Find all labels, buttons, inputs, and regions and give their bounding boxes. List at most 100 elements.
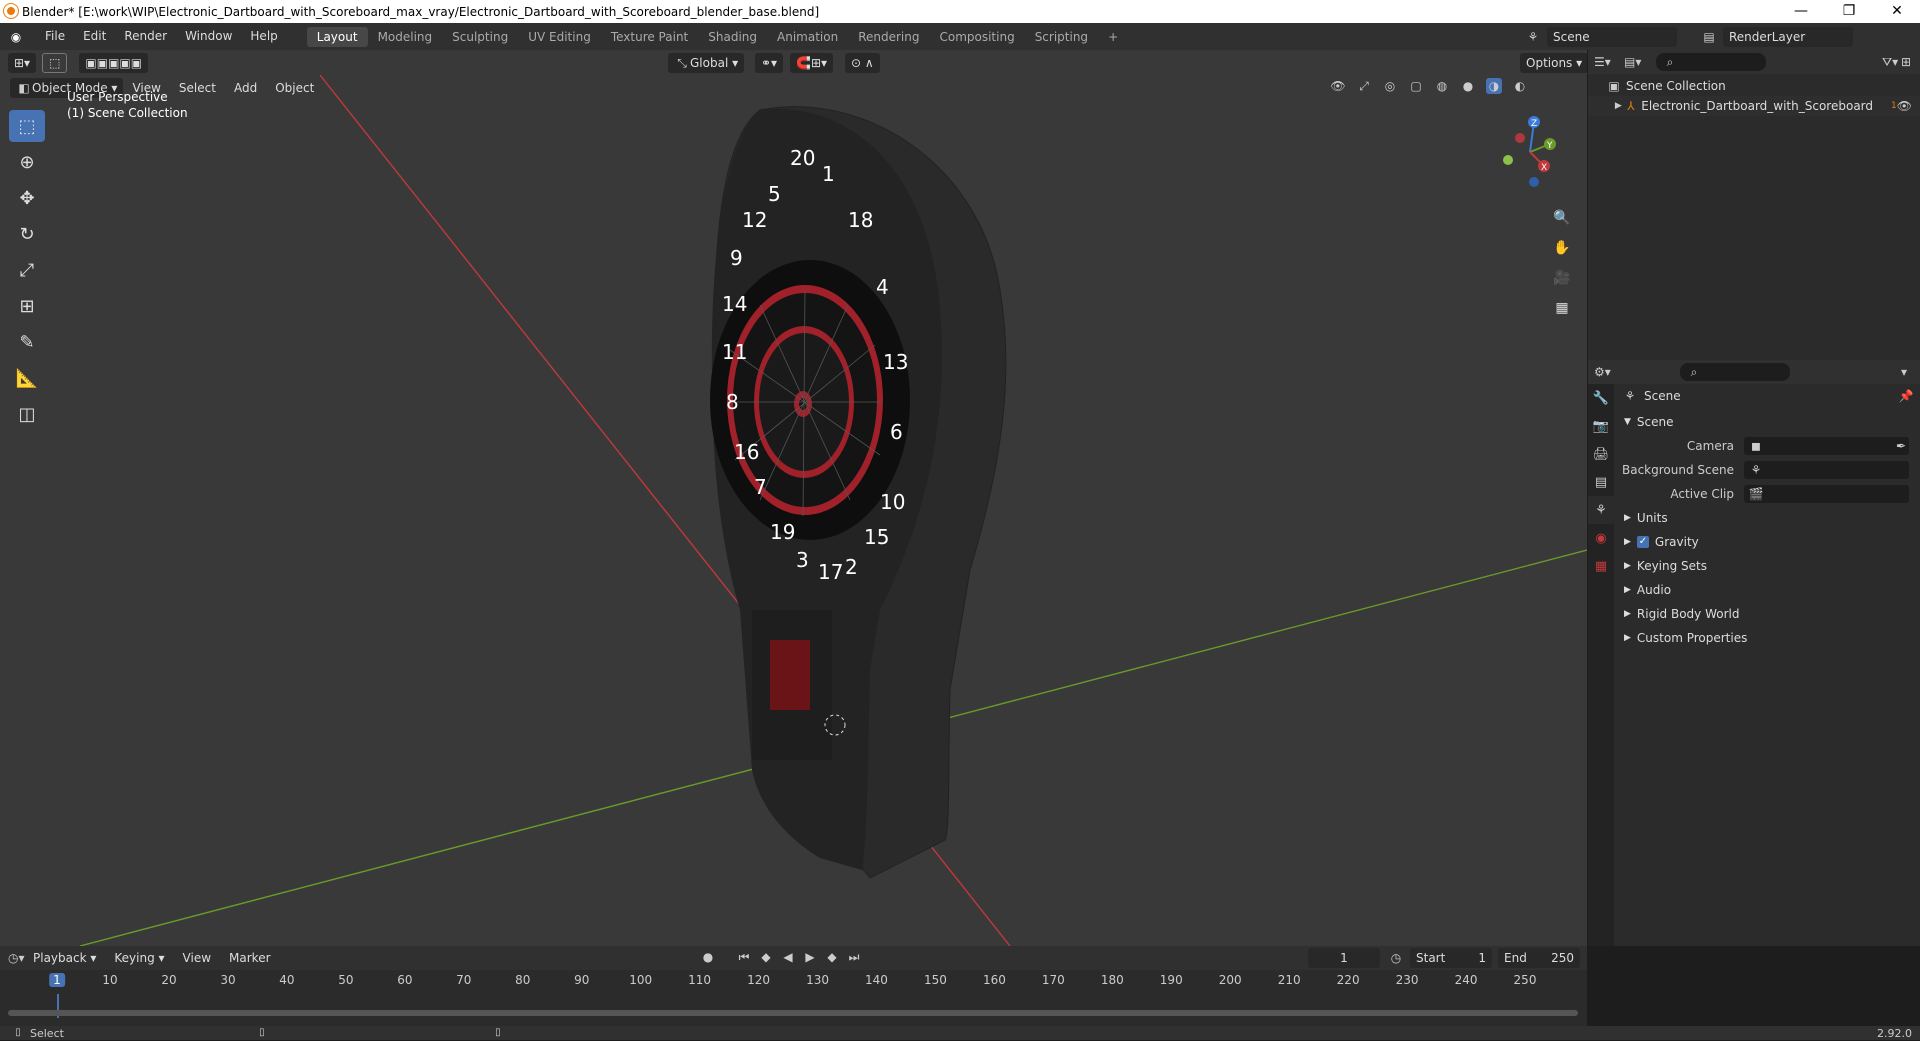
selection-mode-group[interactable]: ▣▣▣▣▣ [79,53,149,73]
navigation-gizmo[interactable]: Z Y X [1490,110,1570,190]
scene-panel-header[interactable]: ▼ Scene [1614,410,1920,434]
tab-shading[interactable]: Shading [698,27,767,47]
pin-icon[interactable]: 📌 [1898,388,1914,404]
jump-start-icon[interactable]: ⏮ [736,949,752,965]
material-shading-icon[interactable]: ◑ [1486,78,1502,94]
close-button[interactable]: ✕ [1874,0,1920,23]
menu-help[interactable]: Help [241,23,286,50]
select-box-tool-icon[interactable]: ⬚ [42,53,68,73]
tab-rendering[interactable]: Rendering [848,27,929,47]
gizmo-neg-y-icon[interactable] [1503,155,1513,165]
outliner-editor-icon[interactable]: ☰▾ [1594,54,1611,70]
play-reverse-icon[interactable]: ◀ [780,949,796,965]
keying-sets-panel-header[interactable]: ▶ Keying Sets [1614,554,1920,578]
measure-tool-icon[interactable]: 📐 [9,362,45,394]
minimize-button[interactable]: — [1778,0,1824,23]
timeline-scrollbar[interactable] [8,1010,1578,1016]
add-workspace-button[interactable]: + [1098,27,1128,47]
3d-viewport[interactable]: 20 1 18 4 13 6 10 15 2 17 3 19 7 16 8 11… [0,50,1587,946]
timeline-menu-playback[interactable]: Playback ▾ [24,945,105,972]
tab-modeling[interactable]: Modeling [368,27,443,47]
background-scene-field[interactable]: ⚘ [1744,461,1909,479]
tab-texture-paint[interactable]: Texture Paint [601,27,698,47]
end-frame-field[interactable]: End 250 [1498,948,1580,968]
gizmo-neg-z-icon[interactable] [1529,177,1539,187]
blender-menu-icon[interactable]: ◉ [8,29,24,45]
select-tool-icon[interactable]: ⬚ [9,110,45,142]
custom-properties-panel-header[interactable]: ▶ Custom Properties [1614,626,1920,650]
gravity-panel-header[interactable]: ▶ ✓ Gravity [1614,530,1920,554]
visibility-icon[interactable]: 👁 [1330,78,1346,94]
overlay-toggle-icon[interactable]: ◎ [1382,78,1398,94]
new-collection-icon[interactable]: ⊞ [1898,54,1914,70]
tab-uv-editing[interactable]: UV Editing [518,27,601,47]
viewport-menu-object[interactable]: Object [266,75,323,102]
proportional-edit-button[interactable]: ⊙ ∧ [845,53,880,73]
add-cube-tool-icon[interactable]: ◫ [9,398,45,430]
pivot-point-button[interactable]: ⚭▾ [755,53,784,73]
options-dropdown[interactable]: Options ▾ [1520,53,1587,73]
menu-file[interactable]: File [36,23,74,50]
annotate-tool-icon[interactable]: ✎ [9,326,45,358]
display-mode-icon[interactable]: ▤▾ [1624,54,1641,70]
next-keyframe-icon[interactable]: ◆ [824,949,840,965]
timeline-menu-keying[interactable]: Keying ▾ [105,945,173,972]
texture-properties-icon[interactable]: ▦ [1588,552,1614,580]
camera-field[interactable]: ◼ ✒ [1744,437,1909,455]
view-layer-selector[interactable]: RenderLayer [1723,27,1853,47]
tab-layout[interactable]: Layout [306,27,368,47]
menu-edit[interactable]: Edit [74,23,115,50]
zoom-icon[interactable]: 🔍 [1549,205,1575,231]
tab-animation[interactable]: Animation [767,27,848,47]
world-properties-icon[interactable]: ◉ [1588,524,1614,552]
properties-options-icon[interactable]: ▾ [1896,364,1912,380]
filter-icon[interactable]: ⛛▾ [1882,54,1898,70]
camera-view-icon[interactable]: 🎥 [1549,265,1575,291]
scene-properties-icon[interactable]: ⚘ [1588,496,1614,524]
audio-panel-header[interactable]: ▶ Audio [1614,578,1920,602]
rigid-body-world-panel-header[interactable]: ▶ Rigid Body World [1614,602,1920,626]
cursor-tool-icon[interactable]: ⊕ [9,146,45,178]
properties-search-input[interactable]: ⌕ [1680,363,1790,381]
rendered-shading-icon[interactable]: ◐ [1512,78,1528,94]
units-panel-header[interactable]: ▶ Units [1614,506,1920,530]
menu-render[interactable]: Render [115,23,176,50]
wireframe-shading-icon[interactable]: ◍ [1434,78,1450,94]
restore-button[interactable]: ❐ [1826,0,1872,23]
viewport-menu-select[interactable]: Select [170,75,225,102]
eyedropper-icon[interactable]: ✒ [1893,438,1909,454]
view-layer-properties-icon[interactable]: ▤ [1588,468,1614,496]
gravity-checkbox[interactable]: ✓ [1636,536,1649,548]
gizmo-neg-x-icon[interactable] [1515,133,1525,143]
jump-end-icon[interactable]: ⏭ [846,949,862,965]
timeline-menu-view[interactable]: View [174,945,220,972]
frame-ruler[interactable]: 1 10 20 30 40 50 60 70 80 90 100 110 120 130 140 150 160… [0,970,1587,990]
menu-window[interactable]: Window [176,23,241,50]
prev-keyframe-icon[interactable]: ◆ [758,949,774,965]
record-icon[interactable]: ● [700,949,716,965]
transform-orientation-select[interactable]: ⤡ Global ▾ [668,53,745,73]
eye-visibility-icon[interactable]: 👁 [1897,98,1912,114]
pan-hand-icon[interactable]: ✋ [1549,235,1575,261]
scale-tool-icon[interactable]: ⤢ [9,254,45,286]
active-clip-field[interactable]: 🎬 [1744,485,1909,503]
gizmo-toggle-icon[interactable]: ⤢ [1356,78,1372,94]
tool-properties-icon[interactable]: 🔧 [1588,384,1614,412]
rotate-tool-icon[interactable]: ↻ [9,218,45,250]
properties-editor-icon[interactable]: ⚙▾ [1594,364,1611,380]
start-frame-field[interactable]: Start 1 [1410,948,1492,968]
viewport-menu-add[interactable]: Add [225,75,266,102]
move-tool-icon[interactable]: ✥ [9,182,45,214]
timeline-editor-icon[interactable]: ◷▾ [8,950,25,966]
tab-scripting[interactable]: Scripting [1025,27,1098,47]
outliner-item-row[interactable]: ▶ ⅄ Electronic_Dartboard_with_Scoreboard… [1588,96,1920,116]
current-frame-field[interactable]: 1 [1308,948,1380,968]
ortho-grid-icon[interactable]: ▦ [1549,295,1575,321]
tab-sculpting[interactable]: Sculpting [442,27,518,47]
outliner-root-row[interactable]: ▣ Scene Collection [1588,76,1920,96]
editor-type-button[interactable]: ⊞▾ [8,53,37,73]
expand-arrow-icon[interactable]: ▶ [1612,98,1625,114]
xray-icon[interactable]: ▢ [1408,78,1424,94]
tab-compositing[interactable]: Compositing [929,27,1024,47]
play-icon[interactable]: ▶ [802,949,818,965]
